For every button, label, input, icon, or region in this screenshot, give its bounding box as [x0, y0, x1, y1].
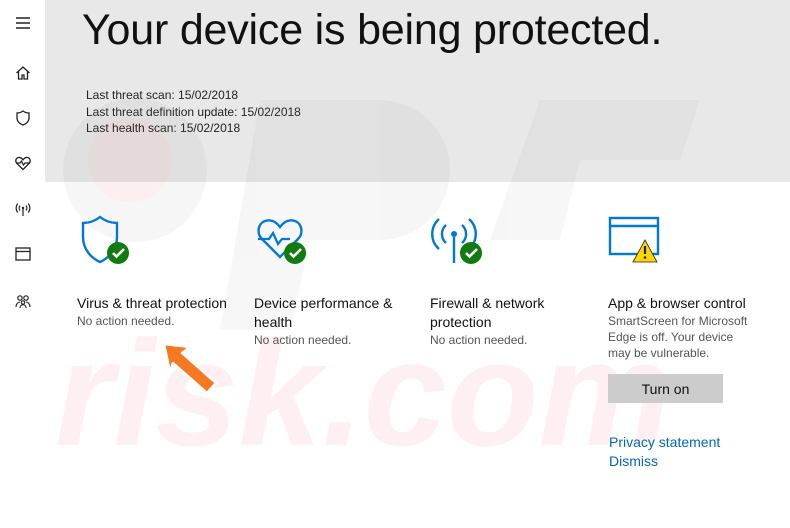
shield-check-icon	[81, 215, 129, 264]
last-threat-scan: Last threat scan: 15/02/2018	[86, 88, 239, 102]
tile-status: No action needed.	[430, 333, 528, 347]
scan-info: Last threat scan: 15/02/2018 Last threat…	[86, 87, 301, 137]
family-icon[interactable]	[0, 283, 45, 319]
tile-status: SmartScreen for Microsoft Edge is off. Y…	[608, 314, 748, 360]
heart-pulse-icon[interactable]	[0, 145, 45, 181]
tile-device-performance[interactable]: Device performance & health No action ne…	[254, 215, 414, 348]
privacy-statement-link[interactable]: Privacy statement	[609, 434, 720, 450]
last-definition-update: Last threat definition update: 15/02/201…	[86, 104, 301, 119]
last-health-scan: Last health scan: 15/02/2018	[86, 121, 241, 135]
home-icon[interactable]	[0, 55, 45, 91]
hamburger-menu-icon[interactable]	[0, 5, 45, 41]
tile-status: No action needed.	[77, 314, 175, 328]
tile-title: Device performance & health	[254, 295, 393, 330]
tile-app-browser[interactable]: App & browser control SmartScreen for Mi…	[608, 215, 768, 361]
arrow-pointer-icon	[162, 342, 218, 395]
browser-window-icon[interactable]	[0, 236, 45, 272]
tile-status: No action needed.	[254, 333, 352, 347]
tile-title: Virus & threat protection	[77, 295, 227, 311]
tile-firewall-network[interactable]: Firewall & network protection No action …	[430, 215, 590, 348]
antenna-check-icon	[431, 218, 482, 264]
tile-title: Firewall & network protection	[430, 295, 545, 330]
tile-title: App & browser control	[608, 295, 746, 311]
tile-virus-threat[interactable]: Virus & threat protection No action need…	[77, 215, 237, 329]
left-nav	[0, 0, 45, 528]
dismiss-link[interactable]: Dismiss	[609, 453, 658, 469]
browser-warning-icon	[608, 216, 660, 263]
heart-check-icon	[257, 219, 306, 264]
status-header: Your device is being protected. Last thr…	[45, 0, 790, 182]
page-title: Your device is being protected.	[82, 6, 663, 54]
shield-icon[interactable]	[0, 100, 45, 136]
turn-on-button[interactable]: Turn on	[608, 374, 723, 403]
wireless-antenna-icon[interactable]	[0, 191, 45, 227]
